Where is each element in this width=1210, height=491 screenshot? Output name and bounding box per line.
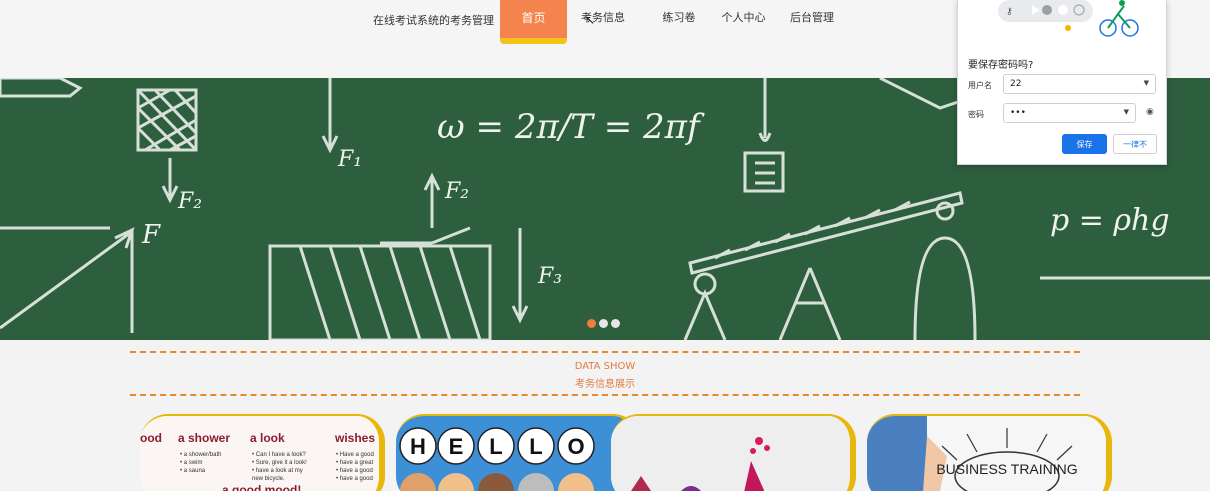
carousel-dot-2[interactable]: [599, 319, 608, 328]
username-dropdown-icon[interactable]: ▼: [1144, 79, 1149, 87]
force-label-f2: F₂: [177, 189, 202, 214]
svg-text:O: O: [567, 434, 584, 459]
password-field[interactable]: ••• ▼: [1003, 103, 1136, 123]
section-title-cn: 考务信息展示: [575, 379, 635, 390]
svg-text:• Sure, give it a look!: • Sure, give it a look!: [252, 460, 307, 466]
nav-practice[interactable]: 练习卷: [648, 0, 710, 44]
svg-text:H: H: [410, 434, 426, 459]
carousel-dot-1[interactable]: [587, 319, 596, 328]
page: 在线考试系统的考务管理 首页 考务信息 练习卷 个人中心 后台管理 ↖ ω = …: [0, 0, 1210, 491]
phrase-a-look: a look: [250, 431, 285, 445]
main-nav: 首页 考务信息 练习卷 个人中心 后台管理: [500, 0, 847, 44]
popup-illustration: ⚷: [998, 0, 1139, 37]
save-password-button[interactable]: 保存: [1062, 134, 1107, 154]
site-title: 在线考试系统的考务管理: [373, 14, 494, 27]
svg-text:ood: ood: [140, 431, 162, 445]
phrase-good-mood: a good mood!: [222, 483, 301, 491]
phrase-wishes: wishes: [334, 431, 375, 445]
svg-text:• have a good: • have a good: [336, 476, 373, 482]
svg-text:• have a good: • have a good: [336, 468, 373, 474]
password-label: 密码: [968, 110, 984, 119]
formula-omega: ω = 2π/T = 2πf: [437, 107, 705, 147]
svg-text:⚷: ⚷: [1006, 7, 1013, 17]
username-value: 22: [1010, 79, 1022, 89]
section-divider-bottom: [130, 394, 1080, 396]
password-dropdown-icon[interactable]: ▼: [1124, 108, 1129, 116]
save-password-popup: ⚷ 要保存密码吗? 用户名 22 ▼ 密码 ••• ▼ ◉ 保存 一律不: [957, 0, 1167, 165]
force-label-f2b: F₂: [444, 179, 469, 204]
info-card-business[interactable]: BUSINESS TRAINING: [867, 414, 1112, 491]
force-label-f1: F₁: [337, 147, 362, 172]
svg-text:• Can I have a look?: • Can I have a look?: [252, 452, 306, 458]
svg-text:• a shower/bath: • a shower/bath: [180, 452, 221, 458]
mouse-cursor-icon: ↖: [585, 13, 596, 27]
info-card-hello[interactable]: HEL LO: [396, 414, 641, 491]
info-card-art[interactable]: [611, 414, 856, 491]
phrase-a-shower: a shower: [178, 431, 230, 445]
section-divider-top: [130, 351, 1080, 353]
svg-text:• a sauna: • a sauna: [180, 468, 206, 474]
show-password-eye-icon[interactable]: ◉: [1146, 107, 1154, 117]
nav-home[interactable]: 首页: [500, 0, 567, 44]
carousel-dots: [587, 319, 620, 328]
svg-text:• have a look at my: • have a look at my: [252, 468, 303, 474]
force-label-f3: F₃: [537, 264, 562, 289]
password-value: •••: [1010, 108, 1026, 118]
svg-text:E: E: [449, 434, 464, 459]
svg-text:• have a great: • have a great: [336, 460, 373, 466]
formula-pressure: p = ρhg: [1050, 203, 1170, 238]
svg-text:L: L: [529, 434, 542, 459]
business-training-text: BUSINESS TRAINING: [936, 461, 1077, 477]
username-label: 用户名: [968, 81, 992, 90]
force-label-f: F: [141, 220, 161, 250]
nav-personal-center[interactable]: 个人中心: [710, 0, 777, 44]
never-save-button[interactable]: 一律不: [1113, 134, 1157, 154]
svg-text:• a swim: • a swim: [180, 460, 202, 466]
popup-title: 要保存密码吗?: [968, 60, 1034, 71]
username-field[interactable]: 22 ▼: [1003, 74, 1156, 94]
svg-text:new bicycle.: new bicycle.: [252, 476, 285, 482]
info-card-english[interactable]: ood a shower a look wishes a good mood! …: [140, 414, 385, 491]
svg-text:• Have a good: • Have a good: [336, 452, 374, 458]
section-title-en: DATA SHOW: [574, 361, 636, 372]
carousel-dot-3[interactable]: [611, 319, 620, 328]
svg-text:L: L: [489, 434, 502, 459]
nav-admin[interactable]: 后台管理: [777, 0, 847, 44]
